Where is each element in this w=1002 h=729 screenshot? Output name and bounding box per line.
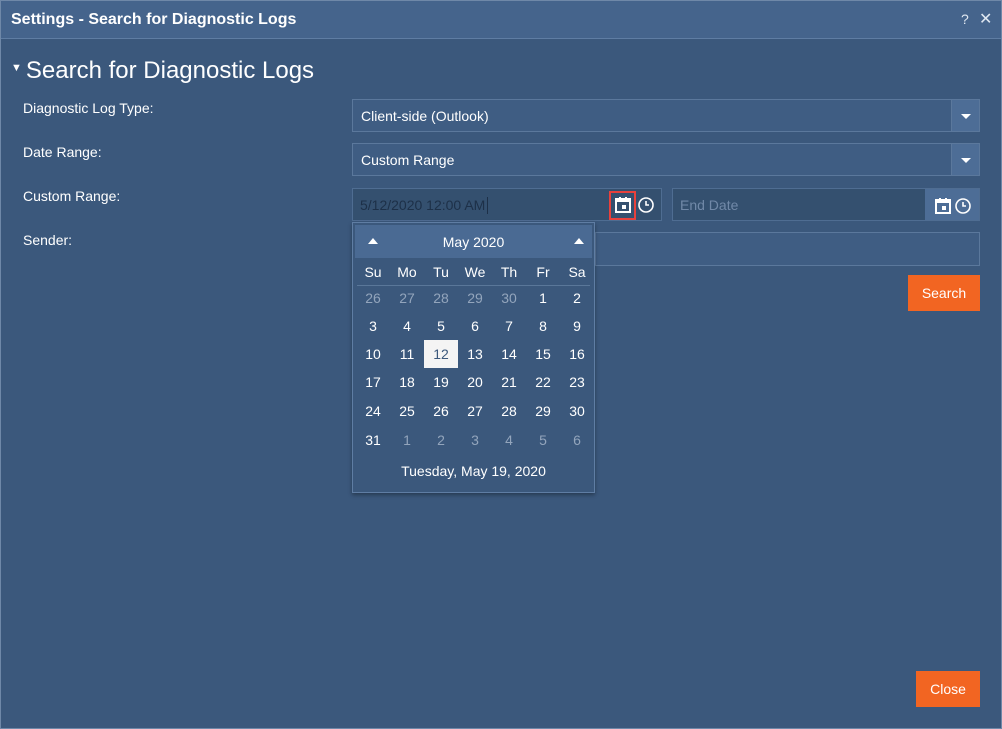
sender-input[interactable] bbox=[595, 232, 980, 266]
calendar-header: May 2020 bbox=[355, 225, 592, 258]
weekday-label: Mo bbox=[397, 264, 417, 280]
collapse-caret-icon[interactable]: ▼ bbox=[11, 62, 22, 74]
calendar-day[interactable]: 29 bbox=[526, 397, 560, 425]
calendar-day-other-month[interactable]: 27 bbox=[390, 284, 424, 312]
calendar-day[interactable]: 17 bbox=[356, 368, 390, 396]
calendar-day[interactable]: 21 bbox=[492, 368, 526, 396]
calendar-day[interactable]: 5 bbox=[424, 312, 458, 340]
calendar-day-other-month[interactable]: 30 bbox=[492, 284, 526, 312]
calendar-day[interactable]: 26 bbox=[424, 397, 458, 425]
calendar-day[interactable]: 2 bbox=[560, 284, 594, 312]
close-button[interactable]: Close bbox=[916, 671, 980, 707]
calendar-day[interactable]: 16 bbox=[560, 340, 594, 368]
sender-label: Sender: bbox=[23, 232, 73, 248]
settings-dialog: Settings - Search for Diagnostic Logs ? … bbox=[0, 0, 1002, 729]
date-range-label: Date Range: bbox=[23, 144, 102, 160]
calendar-day[interactable]: 23 bbox=[560, 368, 594, 396]
calendar-day[interactable]: 7 bbox=[492, 312, 526, 340]
calendar-day-selected[interactable]: 12 bbox=[424, 340, 458, 368]
calendar-day[interactable]: 1 bbox=[526, 284, 560, 312]
calendar-button-highlight bbox=[609, 191, 636, 220]
date-range-value: Custom Range bbox=[361, 152, 455, 168]
end-date-placeholder: End Date bbox=[680, 197, 739, 213]
title-bar: Settings - Search for Diagnostic Logs ? … bbox=[1, 1, 1001, 39]
calendar-day[interactable]: 3 bbox=[356, 312, 390, 340]
log-type-select[interactable]: Client-side (Outlook) bbox=[352, 99, 980, 132]
calendar-day[interactable]: 28 bbox=[492, 397, 526, 425]
calendar-day[interactable]: 24 bbox=[356, 397, 390, 425]
search-button[interactable]: Search bbox=[908, 275, 980, 311]
date-picker-popup: May 2020 Su Mo Tu We Th Fr Sa 26 27 28 29 30 1 2 3 4 5 6… bbox=[352, 222, 595, 493]
calendar-day[interactable]: 27 bbox=[458, 397, 492, 425]
section-title: Search for Diagnostic Logs bbox=[25, 57, 315, 84]
weekday-label: Sa bbox=[568, 264, 586, 280]
calendar-day[interactable]: 22 bbox=[526, 368, 560, 396]
calendar-day[interactable]: 6 bbox=[458, 312, 492, 340]
calendar-day[interactable]: 31 bbox=[356, 426, 390, 454]
section-header[interactable]: ▼ Search for Diagnostic Logs bbox=[11, 57, 314, 85]
clock-icon[interactable] bbox=[952, 195, 974, 217]
weekday-label: Tu bbox=[433, 264, 449, 280]
calendar-day-other-month[interactable]: 29 bbox=[458, 284, 492, 312]
date-range-select[interactable]: Custom Range bbox=[352, 143, 980, 176]
today-footer[interactable]: Tuesday, May 19, 2020 bbox=[353, 463, 594, 479]
next-month-arrow-icon[interactable] bbox=[574, 238, 584, 244]
text-cursor bbox=[487, 197, 488, 214]
calendar-day-other-month[interactable]: 4 bbox=[492, 426, 526, 454]
calendar-day[interactable]: 20 bbox=[458, 368, 492, 396]
calendar-day[interactable]: 19 bbox=[424, 368, 458, 396]
weekday-label: We bbox=[464, 264, 486, 280]
help-icon[interactable]: ? bbox=[961, 11, 969, 27]
close-icon[interactable]: ✕ bbox=[979, 9, 992, 29]
log-type-value: Client-side (Outlook) bbox=[361, 108, 489, 124]
custom-range-label: Custom Range: bbox=[23, 188, 121, 204]
calendar-day[interactable]: 15 bbox=[526, 340, 560, 368]
calendar-icon[interactable] bbox=[932, 195, 954, 217]
calendar-day-other-month[interactable]: 1 bbox=[390, 426, 424, 454]
calendar-day[interactable]: 14 bbox=[492, 340, 526, 368]
calendar-day[interactable]: 13 bbox=[458, 340, 492, 368]
start-date-value: 5/12/2020 12:00 AM bbox=[360, 197, 486, 213]
calendar-day[interactable]: 9 bbox=[560, 312, 594, 340]
calendar-day-other-month[interactable]: 28 bbox=[424, 284, 458, 312]
dialog-title: Settings - Search for Diagnostic Logs bbox=[11, 11, 297, 28]
calendar-day[interactable]: 8 bbox=[526, 312, 560, 340]
calendar-day[interactable]: 25 bbox=[390, 397, 424, 425]
calendar-day-other-month[interactable]: 3 bbox=[458, 426, 492, 454]
calendar-day[interactable]: 4 bbox=[390, 312, 424, 340]
calendar-month-title[interactable]: May 2020 bbox=[355, 234, 592, 250]
dropdown-arrow-icon[interactable] bbox=[951, 144, 979, 175]
calendar-day-other-month[interactable]: 5 bbox=[526, 426, 560, 454]
weekday-label: Th bbox=[500, 264, 518, 280]
dropdown-arrow-icon[interactable] bbox=[951, 100, 979, 131]
calendar-day[interactable]: 18 bbox=[390, 368, 424, 396]
calendar-day-other-month[interactable]: 2 bbox=[424, 426, 458, 454]
weekday-label: Su bbox=[364, 264, 382, 280]
log-type-label: Diagnostic Log Type: bbox=[23, 100, 154, 116]
calendar-day-other-month[interactable]: 6 bbox=[560, 426, 594, 454]
calendar-day-other-month[interactable]: 26 bbox=[356, 284, 390, 312]
calendar-day[interactable]: 11 bbox=[390, 340, 424, 368]
weekday-label: Fr bbox=[536, 264, 550, 280]
clock-icon[interactable] bbox=[635, 194, 657, 216]
calendar-day[interactable]: 30 bbox=[560, 397, 594, 425]
calendar-day[interactable]: 10 bbox=[356, 340, 390, 368]
